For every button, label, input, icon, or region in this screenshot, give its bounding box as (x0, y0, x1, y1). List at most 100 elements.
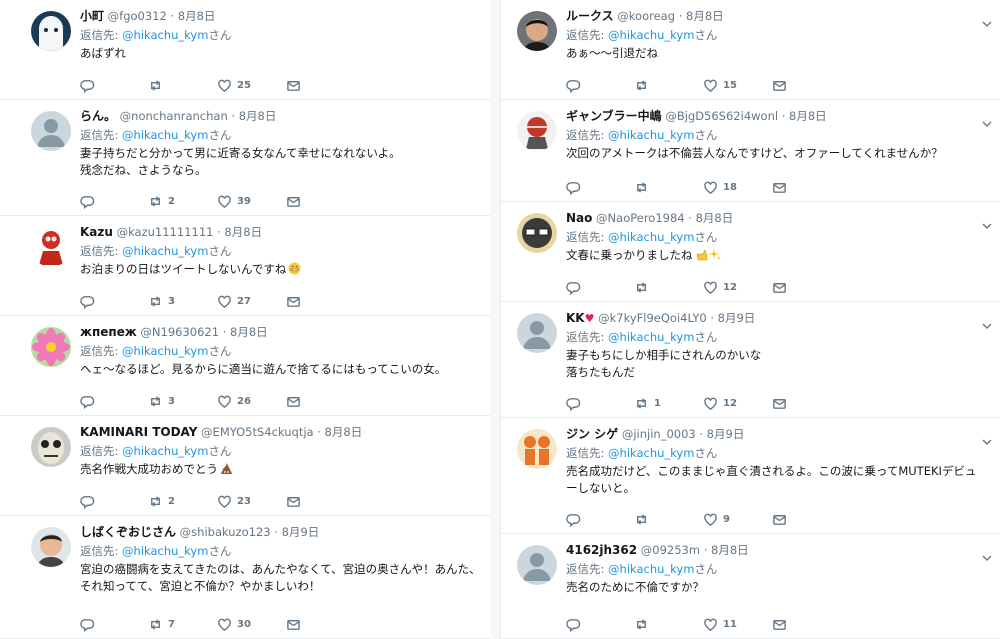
dm-button[interactable] (286, 615, 301, 633)
display-name[interactable]: KK (566, 311, 585, 325)
reply-to-handle[interactable]: @hikachu_kym (122, 244, 208, 258)
reply-to-handle[interactable]: @hikachu_kym (122, 444, 208, 458)
tweet-date[interactable]: · 8月8日 (688, 211, 733, 225)
tweet[interactable]: 4162jh362 @09253m · 8月8日 返信先: @hikachu_ky… (501, 534, 1000, 639)
chevron-down-icon[interactable] (982, 316, 992, 329)
user-handle[interactable]: @kooreag (617, 9, 675, 23)
display-name[interactable]: 4162jh362 (566, 543, 637, 557)
user-handle[interactable]: @09253m (641, 543, 700, 557)
user-handle[interactable]: @k7kyFl9eQoi4LY0 (598, 311, 707, 325)
chevron-down-icon[interactable] (982, 548, 992, 561)
reply-button[interactable] (566, 510, 586, 528)
user-handle[interactable]: @fgo0312 (108, 9, 167, 23)
user-handle[interactable]: @shibakuzo123 (180, 525, 271, 539)
like-button[interactable]: 9 (703, 510, 730, 528)
dm-button[interactable] (772, 278, 787, 296)
flower-avatar[interactable] (31, 327, 71, 367)
retweet-button[interactable] (634, 510, 654, 528)
reply-button[interactable] (80, 292, 100, 310)
display-name[interactable]: Nao (566, 211, 592, 225)
ghost-avatar[interactable] (31, 11, 71, 51)
tweet-date[interactable]: · 8月9日 (710, 311, 755, 325)
display-name[interactable]: 小町 (80, 9, 104, 23)
orange-figures-avatar[interactable] (517, 429, 557, 469)
display-name[interactable]: KAMINARI TODAY (80, 425, 197, 439)
like-button[interactable]: 18 (703, 178, 737, 196)
dm-button[interactable] (286, 292, 301, 310)
retweet-button[interactable] (634, 278, 654, 296)
tweet[interactable]: Kazu @kazu11111111 · 8月8日 返信先: @hikachu_k… (0, 216, 490, 316)
default-avatar[interactable] (31, 111, 71, 151)
like-button[interactable]: 15 (703, 76, 737, 94)
display-name[interactable]: ギャンブラー中嶋 (566, 109, 662, 123)
reply-to-handle[interactable]: @hikachu_kym (122, 344, 208, 358)
tweet[interactable]: жпепеж @N19630621 · 8月8日 返信先: @hikachu_ky… (0, 316, 490, 416)
like-button[interactable]: 12 (703, 278, 737, 296)
tweet-date[interactable]: · 8月8日 (223, 325, 268, 339)
retweet-button[interactable]: 3 (148, 292, 175, 310)
tweet[interactable]: ジン シゲ @jinjin_0003 · 8月9日 返信先: @hikachu_k… (501, 418, 1000, 534)
reply-to-handle[interactable]: @hikachu_kym (608, 562, 694, 576)
reply-button[interactable] (80, 192, 100, 210)
retweet-button[interactable] (148, 76, 168, 94)
chevron-down-icon[interactable] (982, 14, 992, 27)
like-button[interactable]: 27 (217, 292, 251, 310)
chevron-down-icon[interactable] (982, 216, 992, 229)
tweet[interactable]: ルークス @kooreag · 8月8日 返信先: @hikachu_kymさんあ… (501, 0, 1000, 100)
reply-button[interactable] (80, 615, 100, 633)
like-button[interactable]: 30 (217, 615, 251, 633)
display-name[interactable]: жпепеж (80, 325, 137, 339)
tweet-date[interactable]: · 8月8日 (170, 9, 215, 23)
man-avatar[interactable] (31, 527, 71, 567)
tweet-date[interactable]: · 8月9日 (699, 427, 744, 441)
tweet[interactable]: しばくぞおじさん @shibakuzo123 · 8月9日 返信先: @hikac… (0, 516, 490, 639)
reply-button[interactable] (80, 76, 100, 94)
reply-to-handle[interactable]: @hikachu_kym (122, 128, 208, 142)
retweet-button[interactable] (634, 615, 654, 633)
dm-button[interactable] (772, 510, 787, 528)
tweet-date[interactable]: · 8月8日 (217, 225, 262, 239)
tweet[interactable]: ギャンブラー中嶋 @BjgD56S62i4wonl · 8月8日 返信先: @hi… (501, 100, 1000, 202)
retweet-button[interactable] (634, 178, 654, 196)
user-handle[interactable]: @BjgD56S62i4wonl (665, 109, 778, 123)
default-avatar[interactable] (517, 545, 557, 585)
user-handle[interactable]: @EMYO5tS4ckuqtja (201, 425, 314, 439)
dm-button[interactable] (772, 178, 787, 196)
glasses-avatar[interactable] (517, 213, 557, 253)
retweet-button[interactable]: 3 (148, 392, 175, 410)
reply-button[interactable] (566, 394, 586, 412)
tweet[interactable]: KK♥ @k7kyFl9eQoi4LY0 · 8月9日 返信先: @hikachu… (501, 302, 1000, 418)
dm-button[interactable] (286, 492, 301, 510)
user-handle[interactable]: @NaoPero1984 (596, 211, 685, 225)
default-avatar[interactable] (517, 313, 557, 353)
reply-to-handle[interactable]: @hikachu_kym (608, 28, 694, 42)
user-handle[interactable]: @jinjin_0003 (622, 427, 696, 441)
reply-button[interactable] (566, 76, 586, 94)
retweet-button[interactable]: 1 (634, 394, 661, 412)
dm-button[interactable] (286, 392, 301, 410)
tweet-date[interactable]: · 8月8日 (231, 109, 276, 123)
tweet-date[interactable]: · 8月8日 (679, 9, 724, 23)
reply-to-handle[interactable]: @hikachu_kym (608, 128, 694, 142)
user-handle[interactable]: @N19630621 (140, 325, 219, 339)
tweet[interactable]: 小町 @fgo0312 · 8月8日 返信先: @hikachu_kymさん あばず… (0, 0, 490, 100)
display-name[interactable]: らん。 (80, 109, 116, 123)
like-button[interactable]: 25 (217, 76, 251, 94)
reply-to-handle[interactable]: @hikachu_kym (122, 544, 208, 558)
retweet-button[interactable]: 2 (148, 192, 175, 210)
retweet-button[interactable]: 7 (148, 615, 175, 633)
tweet[interactable]: KAMINARI TODAY @EMYO5tS4ckuqtja · 8月8日 返信… (0, 416, 490, 516)
mask-avatar[interactable] (31, 427, 71, 467)
reply-button[interactable] (566, 615, 586, 633)
dm-button[interactable] (772, 394, 787, 412)
dm-button[interactable] (772, 615, 787, 633)
reply-to-handle[interactable]: @hikachu_kym (608, 446, 694, 460)
user-handle[interactable]: @kazu11111111 (117, 225, 214, 239)
tweet-date[interactable]: · 8月8日 (317, 425, 362, 439)
retweet-button[interactable] (634, 76, 654, 94)
tweet[interactable]: Nao @NaoPero1984 · 8月8日 返信先: @hikachu_kym… (501, 202, 1000, 302)
reply-button[interactable] (566, 278, 586, 296)
dm-button[interactable] (772, 76, 787, 94)
retweet-button[interactable]: 2 (148, 492, 175, 510)
display-name[interactable]: ジン シゲ (566, 427, 618, 441)
